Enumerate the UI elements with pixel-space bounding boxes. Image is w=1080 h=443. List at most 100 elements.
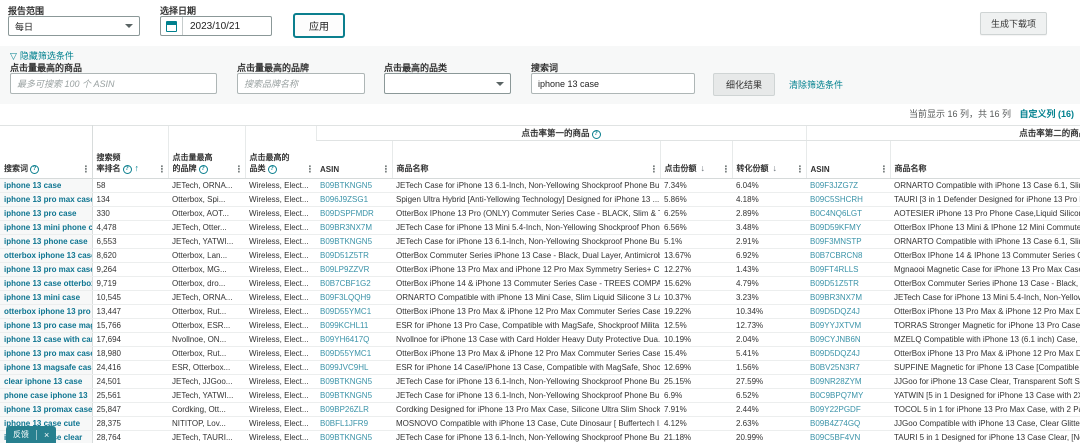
asin-link[interactable]: B09BR3NX7M xyxy=(316,221,392,235)
date-picker[interactable]: 2023/10/21 xyxy=(160,16,272,36)
search-term-input[interactable] xyxy=(531,73,695,94)
customize-columns-link[interactable]: 自定义列 (16) xyxy=(1019,109,1074,119)
help-icon[interactable]: ? xyxy=(268,165,277,174)
search-term-link[interactable]: iphone 13 phone case xyxy=(0,235,92,249)
sort-desc-icon[interactable]: ↓ xyxy=(701,163,706,173)
asin-link[interactable]: B0B7CBRCN8 xyxy=(806,249,890,263)
column-header[interactable]: ASIN⋮ xyxy=(316,141,392,179)
asin-link[interactable]: B09C5SHCRH xyxy=(806,193,890,207)
asin-link[interactable]: B0BFL1JFR9 xyxy=(316,417,392,431)
help-icon[interactable]: ? xyxy=(592,130,601,139)
report-range-select[interactable]: 每日 xyxy=(8,16,140,36)
close-icon[interactable]: × xyxy=(36,430,49,440)
search-term-link[interactable]: iphone 13 case otterbox xyxy=(0,277,92,291)
search-term-link[interactable]: iphone 13 case xyxy=(0,179,92,193)
asin-link[interactable]: B09F3LQQH9 xyxy=(316,291,392,305)
column-header[interactable]: 点击量最高的品牌?⋮ xyxy=(168,126,245,179)
search-term-link[interactable]: iphone 13 mini phone c xyxy=(0,221,92,235)
asin-link[interactable]: B09DSPFMDR xyxy=(316,207,392,221)
asin-link[interactable]: B0BV25N3R7 xyxy=(806,361,890,375)
column-menu-icon[interactable]: ⋮ xyxy=(880,164,889,175)
asin-link[interactable]: B09D59KFMY xyxy=(806,221,890,235)
refine-results-button[interactable]: 细化结果 xyxy=(713,73,775,96)
generate-download-button[interactable]: 生成下载项 xyxy=(980,12,1047,35)
column-header[interactable]: 点击份额↓⋮ xyxy=(660,141,732,179)
asin-link[interactable]: B09D51Z5TR xyxy=(316,249,392,263)
sort-desc-icon[interactable]: ↓ xyxy=(773,163,778,173)
column-menu-icon[interactable]: ⋮ xyxy=(382,164,391,175)
asin-link[interactable]: B09BTKNGN5 xyxy=(316,179,392,193)
asin-link[interactable]: B09BTKNGN5 xyxy=(316,375,392,389)
search-term-link[interactable]: iphone 13 promax case xyxy=(0,403,92,417)
search-term-link[interactable]: iphone 13 pro max case xyxy=(0,263,92,277)
search-term-link[interactable]: otterbox iphone 13 case xyxy=(0,249,92,263)
asin-link[interactable]: B09BTKNGN5 xyxy=(316,389,392,403)
rank-cell: 58 xyxy=(92,179,168,193)
clear-filters-link[interactable]: 清除筛选条件 xyxy=(789,78,843,91)
column-header[interactable]: 商品名称 xyxy=(890,141,1080,179)
column-menu-icon[interactable]: ⋮ xyxy=(82,164,91,175)
asin-link[interactable]: B09YYJXTVM xyxy=(806,319,890,333)
asin-link[interactable]: B099JVC9HL xyxy=(316,361,392,375)
column-menu-icon[interactable]: ⋮ xyxy=(158,164,167,175)
asin-link[interactable]: B09NR28ZYM xyxy=(806,375,890,389)
asin-link[interactable]: B09BTKNGN5 xyxy=(316,235,392,249)
asin-link[interactable]: B0C4NQ6LGT xyxy=(806,207,890,221)
search-term-link[interactable]: phone case iphone 13 xyxy=(0,389,92,403)
search-term-link[interactable]: iphone 13 case with car xyxy=(0,333,92,347)
asin-link[interactable]: B09BTKNGN5 xyxy=(316,431,392,443)
column-header[interactable]: 商品名称⋮ xyxy=(392,141,660,179)
apply-button[interactable]: 应用 xyxy=(293,13,345,38)
search-term-link[interactable]: iphone 13 pro max case xyxy=(0,193,92,207)
asin-link[interactable]: B09BP26ZLR xyxy=(316,403,392,417)
top-product-asin-input[interactable] xyxy=(10,73,217,94)
asin-link[interactable]: B09Y22PGDF xyxy=(806,403,890,417)
column-header[interactable]: ASIN⋮ xyxy=(806,141,890,179)
asin-link[interactable]: B09LP9ZZVR xyxy=(316,263,392,277)
sort-asc-icon[interactable]: ↑ xyxy=(135,163,140,173)
asin-link[interactable]: B09C5BF4VN xyxy=(806,431,890,443)
asin-link[interactable]: B09D51Z5TR xyxy=(806,277,890,291)
asin-link[interactable]: B09FT4RLLS xyxy=(806,263,890,277)
asin-link[interactable]: B0C9BPQ7MY xyxy=(806,389,890,403)
conversion-share-cell: 2.89% xyxy=(732,207,806,221)
asin-link[interactable]: B09BR3NX7M xyxy=(806,291,890,305)
search-term-link[interactable]: iphone 13 mini case xyxy=(0,291,92,305)
table-row: iphone 13 pro case mag15,766Otterbox, ES… xyxy=(0,319,1080,333)
column-menu-icon[interactable]: ⋮ xyxy=(722,164,731,175)
asin-link[interactable]: B09D55YMC1 xyxy=(316,305,392,319)
help-icon[interactable]: ? xyxy=(199,165,208,174)
search-term-link[interactable]: iphone 13 pro case mag xyxy=(0,319,92,333)
help-icon[interactable]: ? xyxy=(30,165,39,174)
column-header[interactable]: 转化份额↓⋮ xyxy=(732,141,806,179)
help-icon[interactable]: ? xyxy=(123,165,132,174)
top-category-select[interactable] xyxy=(384,73,511,94)
column-menu-icon[interactable]: ⋮ xyxy=(306,164,315,175)
table-row: clear iphone 13 case24,501JETech, JJGoo.… xyxy=(0,375,1080,389)
feedback-badge[interactable]: 反馈 × xyxy=(6,426,56,443)
asin-link[interactable]: B0B7CBF1G2 xyxy=(316,277,392,291)
search-term-link[interactable]: iphone 13 pro max case xyxy=(0,347,92,361)
asin-link[interactable]: B09D5DQZ4J xyxy=(806,305,890,319)
asin-link[interactable]: B09D55YMC1 xyxy=(316,347,392,361)
column-header[interactable]: 点击最高的品类?⋮ xyxy=(245,126,316,179)
asin-link[interactable]: B09F3JZG7Z xyxy=(806,179,890,193)
product-name-cell: OtterBox IPhone 13 Mini & IPhone 12 Mini… xyxy=(890,221,1080,235)
asin-link[interactable]: B09B4Z74GQ xyxy=(806,417,890,431)
column-menu-icon[interactable]: ⋮ xyxy=(796,164,805,175)
asin-link[interactable]: B09YH6417Q xyxy=(316,333,392,347)
asin-link[interactable]: B09F3MNSTP xyxy=(806,235,890,249)
asin-link[interactable]: B099KCHL11 xyxy=(316,319,392,333)
search-term-link[interactable]: otterbox iphone 13 pro xyxy=(0,305,92,319)
search-term-link[interactable]: clear iphone 13 case xyxy=(0,375,92,389)
asin-link[interactable]: B096J9ZSG1 xyxy=(316,193,392,207)
top-brand-input[interactable] xyxy=(237,73,365,94)
column-menu-icon[interactable]: ⋮ xyxy=(235,164,244,175)
search-term-link[interactable]: iphone 13 pro case xyxy=(0,207,92,221)
column-header[interactable]: 搜索频率排名?↑⋮ xyxy=(92,126,168,179)
column-menu-icon[interactable]: ⋮ xyxy=(650,164,659,175)
asin-link[interactable]: B09CYJNB6N xyxy=(806,333,890,347)
asin-link[interactable]: B09D5DQZ4J xyxy=(806,347,890,361)
column-header[interactable]: 搜索词?⋮ xyxy=(0,126,92,179)
search-term-link[interactable]: iphone 13 magsafe case xyxy=(0,361,92,375)
